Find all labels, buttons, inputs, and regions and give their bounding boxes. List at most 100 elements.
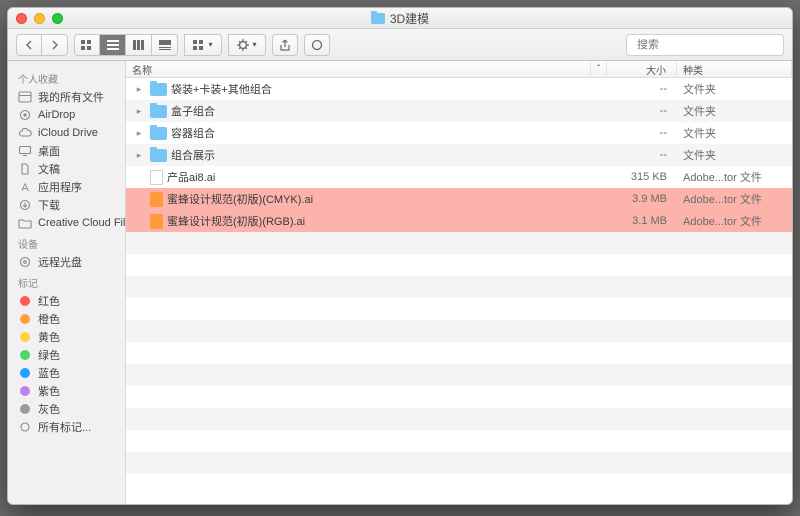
sidebar-item[interactable]: 绿色 (8, 346, 125, 364)
file-kind: 文件夹 (677, 81, 792, 97)
sidebar-item[interactable]: 红色 (8, 292, 125, 310)
file-name: 袋装+卡装+其他组合 (171, 81, 272, 97)
close-icon[interactable] (16, 13, 27, 24)
file-row[interactable]: ▸盒子组合--文件夹 (126, 100, 792, 122)
file-row[interactable]: ▸容器组合--文件夹 (126, 122, 792, 144)
title-text: 3D建模 (390, 10, 429, 27)
sidebar-item-label: Creative Cloud Files (38, 217, 126, 229)
disclosure-triangle-icon[interactable]: ▸ (132, 84, 146, 95)
column-kind[interactable]: 种类 (677, 61, 792, 77)
empty-row (126, 276, 792, 298)
sidebar-item[interactable]: 灰色 (8, 400, 125, 418)
sidebar-header: 设备 (8, 232, 125, 253)
airdrop-icon (18, 109, 32, 121)
empty-row (126, 386, 792, 408)
empty-row (126, 364, 792, 386)
file-kind: Adobe...tor 文件 (677, 169, 792, 185)
sidebar-item-label: 红色 (38, 293, 60, 309)
sidebar-item[interactable]: 橙色 (8, 310, 125, 328)
folder-icon (150, 149, 167, 162)
tag-dot-icon (18, 313, 32, 325)
window-title: 3D建模 (371, 10, 429, 27)
maximize-icon[interactable] (52, 13, 63, 24)
share-button[interactable] (272, 34, 298, 56)
column-headers: 名称 ˆ 大小 种类 (126, 61, 792, 78)
file-size: 315 KB (607, 171, 677, 183)
file-size: -- (607, 149, 677, 161)
empty-row (126, 320, 792, 342)
column-name[interactable]: 名称 (126, 61, 591, 77)
file-size: -- (607, 105, 677, 117)
file-name: 蜜蜂设计规范(初版)(CMYK).ai (167, 191, 313, 207)
sidebar-item[interactable]: Creative Cloud Files (8, 214, 125, 232)
sidebar-item[interactable]: 紫色 (8, 382, 125, 400)
all-files-icon (18, 91, 32, 103)
column-size[interactable]: 大小 (607, 61, 677, 77)
folder-icon (371, 13, 385, 24)
sidebar-item-label: 所有标记... (38, 419, 91, 435)
sidebar-item[interactable]: 我的所有文件 (8, 88, 125, 106)
folder-icon (150, 83, 167, 96)
file-name: 组合展示 (171, 147, 215, 163)
file-row[interactable]: ▸ 组合展示 --文件夹 (126, 144, 792, 166)
back-button[interactable] (16, 34, 42, 56)
folder-icon (18, 217, 32, 229)
svg-text:A: A (21, 182, 29, 193)
file-row[interactable]: 产品ai8.ai315 KBAdobe...tor 文件 (126, 166, 792, 188)
file-name: 盒子组合 (171, 103, 215, 119)
sidebar-item[interactable]: iCloud Drive (8, 124, 125, 142)
sidebar-item-label: 蓝色 (38, 365, 60, 381)
file-size: 3.1 MB (607, 215, 677, 227)
sidebar-item-label: 橙色 (38, 311, 60, 327)
sidebar-item[interactable]: 蓝色 (8, 364, 125, 382)
ai-file-icon (150, 214, 163, 229)
icon-view-button[interactable] (74, 34, 100, 56)
sidebar-item[interactable]: 文稿 (8, 160, 125, 178)
desktop-icon (18, 145, 32, 157)
sidebar-item[interactable]: 黄色 (8, 328, 125, 346)
action-group: ▾ (228, 34, 266, 56)
disclosure-triangle-icon[interactable]: ▸ (132, 150, 146, 161)
view-buttons (74, 34, 178, 56)
forward-button[interactable] (42, 34, 68, 56)
search-field[interactable] (626, 34, 784, 56)
file-kind: Adobe...tor 文件 (677, 213, 792, 229)
tag-dot-icon (18, 403, 32, 415)
column-view-button[interactable] (126, 34, 152, 56)
search-input[interactable] (637, 39, 779, 51)
sidebar-item[interactable]: A 应用程序 (8, 178, 125, 196)
sidebar-item-label: 文稿 (38, 161, 60, 177)
sidebar-item-label: iCloud Drive (38, 127, 98, 139)
file-size: -- (607, 127, 677, 139)
sidebar-item[interactable]: AirDrop (8, 106, 125, 124)
disc-icon (18, 256, 32, 268)
sidebar-item[interactable]: 下载 (8, 196, 125, 214)
rows-container: ▸袋装+卡装+其他组合--文件夹▸盒子组合--文件夹▸容器组合--文件夹▸组合展… (126, 78, 792, 504)
disclosure-triangle-icon[interactable]: ▸ (132, 128, 146, 139)
minimize-icon[interactable] (34, 13, 45, 24)
file-row[interactable]: 蜜蜂设计规范(初版)(CMYK).ai 3.9 MBAdobe...tor 文件 (126, 188, 792, 210)
file-size: 3.9 MB (607, 193, 677, 205)
sidebar-header: 标记 (8, 271, 125, 292)
sidebar-item-label: 应用程序 (38, 179, 82, 195)
file-icon (150, 170, 163, 185)
sidebar-item[interactable]: 桌面 (8, 142, 125, 160)
sort-indicator[interactable]: ˆ (591, 61, 607, 77)
tags-button[interactable] (304, 34, 330, 56)
list-view-button[interactable] (100, 34, 126, 56)
sidebar-item[interactable]: 远程光盘 (8, 253, 125, 271)
file-kind: Adobe...tor 文件 (677, 191, 792, 207)
file-row[interactable]: 蜜蜂设计规范(初版)(RGB).ai3.1 MBAdobe...tor 文件 (126, 210, 792, 232)
empty-row (126, 298, 792, 320)
arrange-button[interactable]: ▾ (184, 34, 222, 56)
disclosure-triangle-icon[interactable]: ▸ (132, 106, 146, 117)
action-button[interactable]: ▾ (228, 34, 266, 56)
file-row[interactable]: ▸袋装+卡装+其他组合--文件夹 (126, 78, 792, 100)
sidebar-item-label: 下载 (38, 197, 60, 213)
sidebar-item[interactable]: 所有标记... (8, 418, 125, 436)
traffic-lights (16, 13, 63, 24)
empty-row (126, 232, 792, 254)
file-kind: 文件夹 (677, 147, 792, 163)
coverflow-view-button[interactable] (152, 34, 178, 56)
empty-row (126, 408, 792, 430)
